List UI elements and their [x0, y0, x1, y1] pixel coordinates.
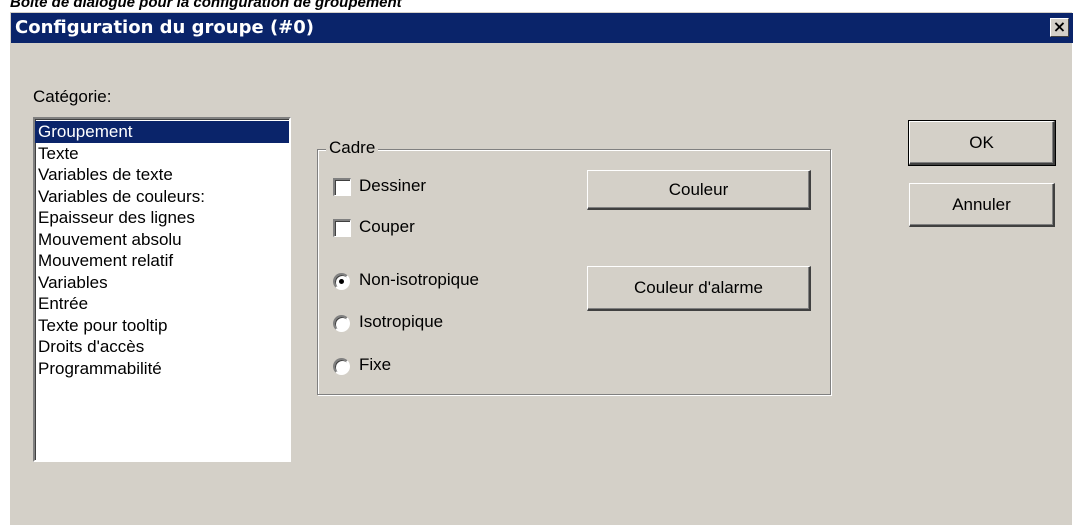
category-listbox[interactable]: Groupement Texte Variables de texte Vari… — [33, 117, 291, 462]
list-item-epaisseur-lignes[interactable]: Epaisseur des lignes — [35, 207, 289, 229]
isotropic-label[interactable]: Isotropique — [359, 312, 443, 332]
ok-button[interactable]: OK — [908, 120, 1056, 166]
draw-checkbox[interactable] — [333, 178, 351, 196]
list-item-mouvement-absolu[interactable]: Mouvement absolu — [35, 229, 289, 251]
close-icon: × — [1052, 17, 1067, 36]
list-item-variables-texte[interactable]: Variables de texte — [35, 164, 289, 186]
group-config-dialog: Configuration du groupe (#0) × Catégorie… — [10, 12, 1073, 525]
figure-caption: Boîte de dialogue pour la configuration … — [10, 0, 402, 11]
category-label: Catégorie: — [33, 87, 112, 106]
cancel-button[interactable]: Annuler — [909, 183, 1055, 227]
fixed-label[interactable]: Fixe — [359, 355, 391, 375]
title-bar[interactable]: Configuration du groupe (#0) × — [11, 13, 1073, 43]
clip-checkbox[interactable] — [333, 219, 351, 237]
list-item-variables-couleurs[interactable]: Variables de couleurs: — [35, 186, 289, 208]
color-button[interactable]: Couleur — [587, 170, 811, 210]
isotropic-radio[interactable] — [333, 315, 350, 332]
dialog-title: Configuration du groupe (#0) — [15, 17, 315, 38]
frame-legend: Cadre — [326, 138, 379, 158]
list-item-entree[interactable]: Entrée — [35, 293, 289, 315]
non-isotropic-radio[interactable] — [333, 273, 350, 290]
list-item-texte[interactable]: Texte — [35, 143, 289, 165]
list-item-programmabilite[interactable]: Programmabilité — [35, 358, 289, 380]
list-item-groupement[interactable]: Groupement — [35, 121, 289, 143]
close-button[interactable]: × — [1050, 18, 1069, 37]
list-item-droits-acces[interactable]: Droits d'accès — [35, 336, 289, 358]
list-item-texte-tooltip[interactable]: Texte pour tooltip — [35, 315, 289, 337]
draw-checkbox-label[interactable]: Dessiner — [359, 176, 426, 196]
alarm-color-button[interactable]: Couleur d'alarme — [587, 266, 811, 311]
clip-checkbox-label[interactable]: Couper — [359, 217, 415, 237]
non-isotropic-label[interactable]: Non-isotropique — [359, 270, 479, 290]
fixed-radio[interactable] — [333, 358, 350, 375]
list-item-mouvement-relatif[interactable]: Mouvement relatif — [35, 250, 289, 272]
list-item-variables[interactable]: Variables — [35, 272, 289, 294]
